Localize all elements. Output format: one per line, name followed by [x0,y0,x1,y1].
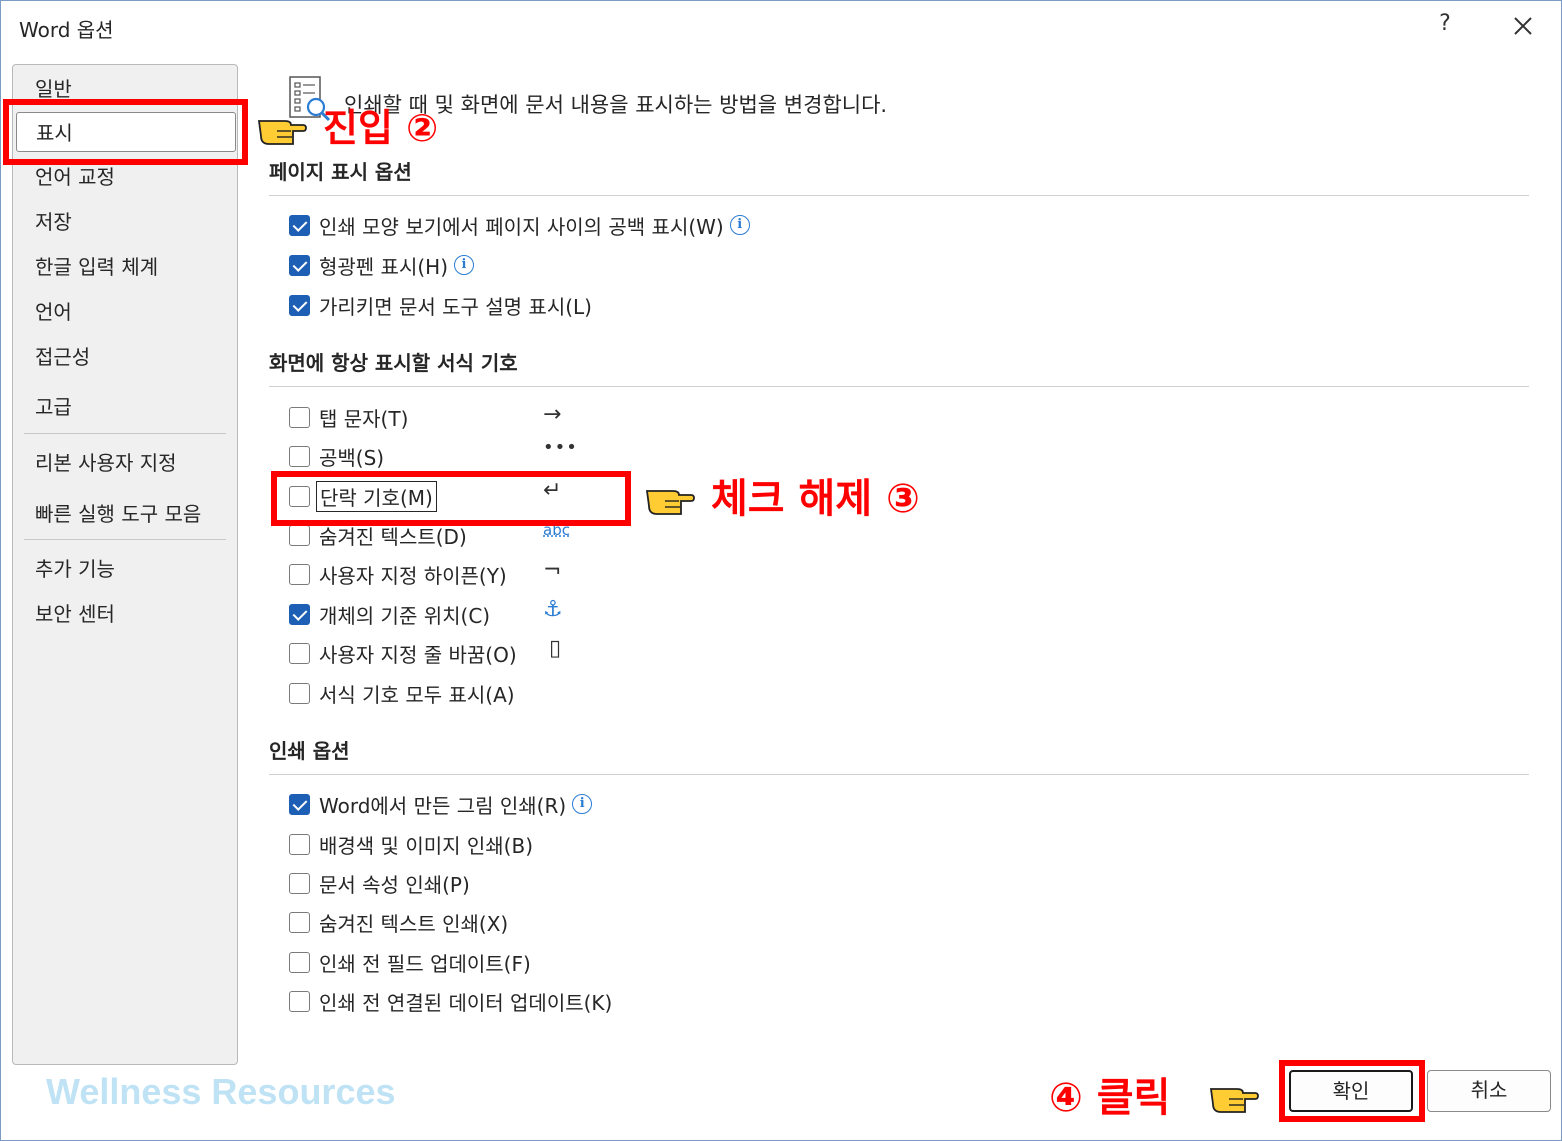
option-show-tooltips[interactable]: 가리키면 문서 도구 설명 표시(L) [289,290,592,320]
option-print-properties[interactable]: 문서 속성 인쇄(P) [289,868,470,898]
option-label: 인쇄 전 필드 업데이트(F) [319,951,531,976]
optional-break-icon: ▯ [549,636,562,661]
highlight-box-display [3,99,248,165]
checkbox[interactable] [289,254,310,276]
pointing-hand-icon [257,120,307,145]
sidebar-item-trust-center[interactable]: 보안 센터 [13,594,237,634]
option-label: 문서 속성 인쇄(P) [319,872,470,897]
dialog-title: Word 옵션 [19,18,114,42]
highlight-box-ok-button [1279,1060,1425,1122]
cancel-button[interactable]: 취소 [1427,1070,1551,1112]
option-label: 인쇄 모양 보기에서 페이지 사이의 공백 표시(W) [319,214,724,239]
option-label: 사용자 지정 줄 바꿈(O) [319,642,517,667]
section-title-formatting-marks: 화면에 항상 표시할 서식 기호 [269,351,518,375]
option-label: 형광펜 표시(H) [319,254,449,279]
sidebar-item-korean-input[interactable]: 한글 입력 체계 [13,247,237,287]
checkbox[interactable] [289,642,310,664]
sidebar-item-customize-ribbon[interactable]: 리본 사용자 지정 [13,443,237,483]
title-bar: Word 옵션 ? [1,1,1561,53]
sidebar-divider [24,539,226,540]
pointing-hand-icon [1209,1088,1259,1113]
annotation-step3: 체크 해제 ③ [711,476,920,522]
option-update-fields[interactable]: 인쇄 전 필드 업데이트(F) [289,947,531,977]
checkbox[interactable] [289,294,310,316]
checkbox[interactable] [289,603,310,625]
option-show-all-marks[interactable]: 서식 기호 모두 표시(A) [289,678,515,708]
info-icon[interactable]: i [729,215,750,235]
option-label: 탭 문자(T) [319,406,409,431]
close-icon [1514,17,1532,35]
option-spaces[interactable]: 공백(S) [289,441,384,471]
sidebar: 일반 표시 언어 교정 저장 한글 입력 체계 언어 접근성 고급 리본 사용자… [12,64,238,1065]
space-dots-icon: ••• [543,437,578,458]
sidebar-item-advanced[interactable]: 고급 [13,387,237,427]
sidebar-divider [24,433,226,434]
option-label: 공백(S) [319,445,385,470]
watermark: Wellness Resources [46,1071,396,1112]
option-object-anchors[interactable]: 개체의 기준 위치(C) [289,599,490,629]
checkbox[interactable] [289,911,310,933]
annotation-step2: 진입 ② [323,106,439,150]
option-label: Word에서 만든 그림 인쇄(R) [319,793,567,818]
option-optional-breaks[interactable]: 사용자 지정 줄 바꿈(O) [289,638,517,668]
option-print-hidden-text[interactable]: 숨겨진 텍스트 인쇄(X) [289,907,508,937]
option-label: 개체의 기준 위치(C) [319,603,491,628]
pointing-hand-icon [645,490,695,515]
section-divider [269,774,1529,775]
optional-hyphen-icon: ¬ [543,558,562,583]
sidebar-item-accessibility[interactable]: 접근성 [13,337,237,377]
checkbox[interactable] [289,833,310,855]
option-label: 인쇄 전 연결된 데이터 업데이트(K) [319,990,613,1015]
checkbox[interactable] [289,524,310,546]
option-tab-characters[interactable]: 탭 문자(T) [289,402,408,432]
help-button[interactable]: ? [1431,11,1459,41]
option-label: 서식 기호 모두 표시(A) [319,682,515,707]
option-optional-hyphens[interactable]: 사용자 지정 하이픈(Y) [289,559,507,589]
section-title-print-options: 인쇄 옵션 [269,739,350,763]
annotation-step4: ④ 클릭 [1049,1075,1171,1121]
checkbox[interactable] [289,951,310,973]
sidebar-item-quick-access-toolbar[interactable]: 빠른 실행 도구 모음 [13,494,237,534]
option-print-drawings[interactable]: Word에서 만든 그림 인쇄(R) i [289,789,593,819]
section-title-page-display: 페이지 표시 옵션 [269,160,412,184]
option-update-linked-data[interactable]: 인쇄 전 연결된 데이터 업데이트(K) [289,986,612,1016]
checkbox[interactable] [289,682,310,704]
option-label: 배경색 및 이미지 인쇄(B) [319,833,533,858]
option-show-whitespace[interactable]: 인쇄 모양 보기에서 페이지 사이의 공백 표시(W) i [289,210,750,240]
section-divider [269,386,1529,387]
sidebar-item-language[interactable]: 언어 [13,292,237,332]
info-icon[interactable]: i [572,794,593,814]
tab-arrow-icon: → [543,402,562,427]
option-show-highlighter[interactable]: 형광펜 표시(H) i [289,250,475,280]
word-options-dialog: Word 옵션 ? 일반 표시 언어 교정 저장 한글 입력 체계 언어 접근성… [0,0,1562,1141]
checkbox[interactable] [289,793,310,815]
option-print-background[interactable]: 배경색 및 이미지 인쇄(B) [289,829,533,859]
close-button[interactable] [1506,9,1540,43]
checkbox[interactable] [289,990,310,1012]
section-divider [269,195,1529,196]
anchor-icon: ⚓ [543,597,563,622]
option-label: 가리키면 문서 도구 설명 표시(L) [319,294,592,319]
sidebar-item-add-ins[interactable]: 추가 기능 [13,549,237,589]
option-label: 사용자 지정 하이픈(Y) [319,563,507,588]
checkbox[interactable] [289,563,310,585]
checkbox[interactable] [289,445,310,467]
checkbox[interactable] [289,406,310,428]
checkbox[interactable] [289,872,310,894]
sidebar-item-save[interactable]: 저장 [13,202,237,242]
info-icon[interactable]: i [454,255,475,275]
option-label: 숨겨진 텍스트 인쇄(X) [319,911,509,936]
highlight-box-paragraph-marks [271,471,631,526]
checkbox[interactable] [289,214,310,236]
